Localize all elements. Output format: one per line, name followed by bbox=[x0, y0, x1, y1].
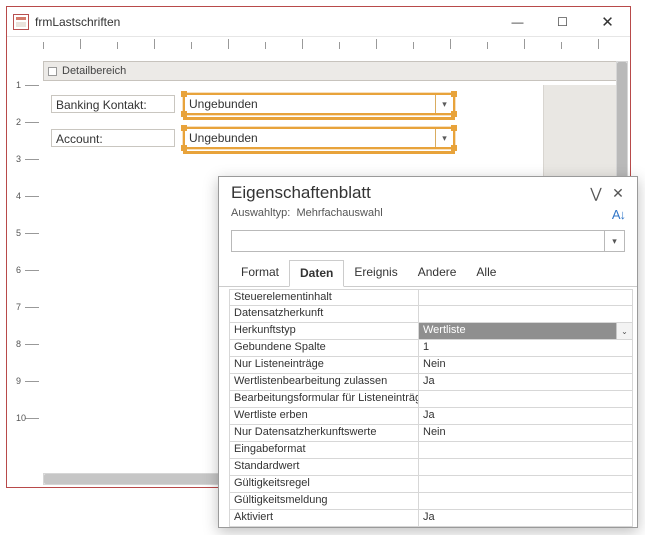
property-row[interactable]: Eingabeformat bbox=[229, 442, 633, 459]
chevron-down-icon[interactable]: ▾ bbox=[604, 231, 624, 251]
property-value[interactable]: Ja bbox=[419, 408, 633, 425]
property-row[interactable]: Wertlistenbearbeitung zulassenJa bbox=[229, 374, 633, 391]
property-name: Eingabeformat bbox=[229, 442, 419, 459]
property-row[interactable]: HerkunftstypWertliste⌄ bbox=[229, 323, 633, 340]
close-button[interactable]: ✕ bbox=[585, 7, 630, 36]
vertical-ruler[interactable]: 12345678910 bbox=[25, 85, 39, 473]
property-object-selector[interactable]: ▾ bbox=[231, 230, 625, 252]
tab-alle[interactable]: Alle bbox=[466, 260, 506, 286]
property-value[interactable] bbox=[419, 476, 633, 493]
property-name: Bearbeitungsformular für Listeneinträge bbox=[229, 391, 419, 408]
property-sheet-title: Eigenschaftenblatt bbox=[231, 183, 371, 203]
tab-andere[interactable]: Andere bbox=[408, 260, 467, 286]
property-name: Standardwert bbox=[229, 459, 419, 476]
property-name: Steuerelementinhalt bbox=[229, 289, 419, 306]
chevron-down-icon[interactable]: ⌄ bbox=[616, 323, 632, 339]
property-sheet-close-button[interactable]: ✕ bbox=[607, 185, 629, 202]
property-value[interactable]: 1 bbox=[419, 340, 633, 357]
property-name: Gebundene Spalte bbox=[229, 340, 419, 357]
form-icon bbox=[13, 14, 29, 30]
property-row[interactable]: Gültigkeitsmeldung bbox=[229, 493, 633, 510]
section-header-label: Detailbereich bbox=[62, 65, 126, 77]
property-value[interactable] bbox=[419, 391, 633, 408]
selection-type-value: Mehrfachauswahl bbox=[296, 207, 382, 222]
property-row[interactable]: Steuerelementinhalt bbox=[229, 289, 633, 306]
property-name: Wertlistenbearbeitung zulassen bbox=[229, 374, 419, 391]
maximize-button[interactable]: ☐ bbox=[540, 7, 585, 36]
property-value[interactable] bbox=[419, 289, 633, 306]
combo-banking-kontakt[interactable]: Ungebunden ▾ bbox=[183, 93, 455, 115]
property-value[interactable] bbox=[419, 459, 633, 476]
section-header-detail[interactable]: Detailbereich bbox=[43, 61, 618, 81]
window-title: frmLastschriften bbox=[35, 15, 495, 29]
label-account[interactable]: Account: bbox=[51, 129, 175, 147]
property-row[interactable]: Bearbeitungsformular für Listeneinträge bbox=[229, 391, 633, 408]
property-value[interactable] bbox=[419, 442, 633, 459]
property-name: Gültigkeitsmeldung bbox=[229, 493, 419, 510]
horizontal-ruler[interactable]: 123456789101112131415 bbox=[43, 39, 618, 55]
section-expand-icon bbox=[48, 67, 57, 76]
property-value[interactable]: Nein bbox=[419, 357, 633, 374]
property-grid: SteuerelementinhaltDatensatzherkunftHerk… bbox=[219, 287, 637, 527]
property-sheet-pane: Eigenschaftenblatt ⋁ ✕ Auswahltyp: Mehrf… bbox=[218, 176, 638, 528]
property-name: Nur Datensatzherkunftswerte bbox=[229, 425, 419, 442]
property-value[interactable] bbox=[419, 306, 633, 323]
property-value[interactable]: Ja bbox=[419, 510, 633, 527]
property-name: Datensatzherkunft bbox=[229, 306, 419, 323]
property-name: Herkunftstyp bbox=[229, 323, 419, 340]
label-banking-kontakt[interactable]: Banking Kontakt: bbox=[51, 95, 175, 113]
property-row[interactable]: Datensatzherkunft bbox=[229, 306, 633, 323]
title-bar[interactable]: frmLastschriften — ☐ ✕ bbox=[7, 7, 630, 37]
property-row[interactable]: Gültigkeitsregel bbox=[229, 476, 633, 493]
tab-daten[interactable]: Daten bbox=[289, 260, 344, 287]
property-sheet-collapse-button[interactable]: ⋁ bbox=[585, 185, 607, 202]
property-row[interactable]: AktiviertJa bbox=[229, 510, 633, 527]
tab-format[interactable]: Format bbox=[231, 260, 289, 286]
property-name: Nur Listeneinträge bbox=[229, 357, 419, 374]
property-row[interactable]: Wertliste erbenJa bbox=[229, 408, 633, 425]
property-row[interactable]: Nur ListeneinträgeNein bbox=[229, 357, 633, 374]
tab-ereignis[interactable]: Ereignis bbox=[344, 260, 407, 286]
property-name: Aktiviert bbox=[229, 510, 419, 527]
property-value[interactable]: Wertliste⌄ bbox=[419, 323, 633, 340]
minimize-button[interactable]: — bbox=[495, 7, 540, 36]
property-row[interactable]: Nur DatensatzherkunftswerteNein bbox=[229, 425, 633, 442]
property-value[interactable]: Ja bbox=[419, 374, 633, 391]
property-value[interactable] bbox=[419, 493, 633, 510]
property-value[interactable]: Nein bbox=[419, 425, 633, 442]
combo-account[interactable]: Ungebunden ▾ bbox=[183, 127, 455, 149]
sort-az-icon[interactable]: A↓ bbox=[612, 207, 625, 222]
property-name: Gültigkeitsregel bbox=[229, 476, 419, 493]
property-tabs: Format Daten Ereignis Andere Alle bbox=[219, 260, 637, 287]
property-name: Wertliste erben bbox=[229, 408, 419, 425]
property-row[interactable]: Gebundene Spalte1 bbox=[229, 340, 633, 357]
selection-type-label: Auswahltyp: bbox=[231, 207, 290, 222]
property-row[interactable]: Standardwert bbox=[229, 459, 633, 476]
